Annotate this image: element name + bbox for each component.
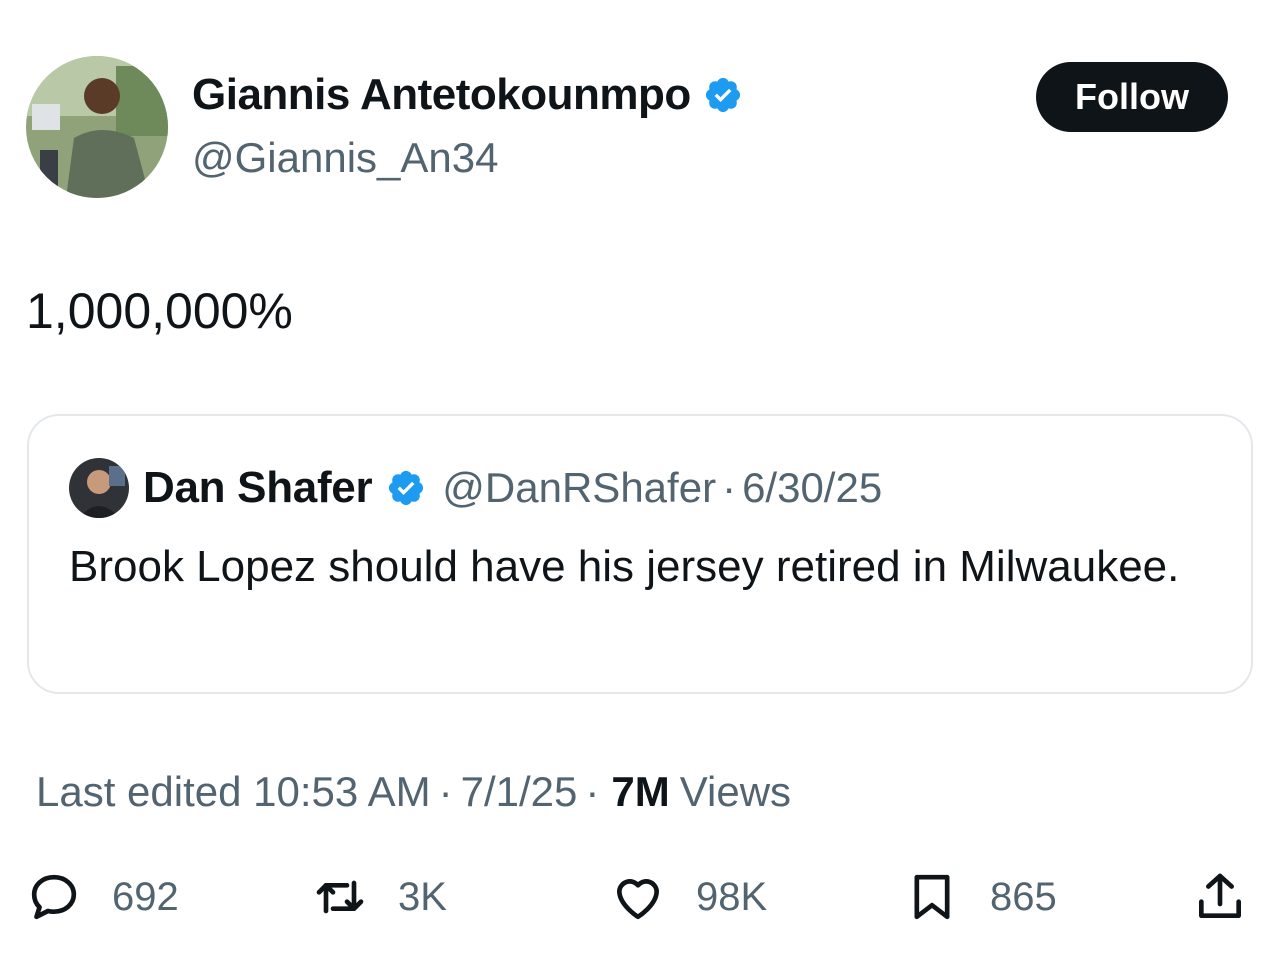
meta-separator: · bbox=[438, 768, 453, 815]
like-count: 98K bbox=[696, 874, 768, 919]
quote-author-name[interactable]: Dan Shafer bbox=[143, 463, 373, 513]
quoted-tweet-card[interactable]: Dan Shafer @DanRShafer · 6/30/25 Brook L… bbox=[27, 414, 1253, 694]
repost-button[interactable]: 3K bbox=[312, 862, 447, 932]
author-name-text: Giannis Antetokounmpo bbox=[192, 70, 691, 119]
quote-author-handle[interactable]: @DanRShafer bbox=[442, 464, 716, 512]
tweet-text: 1,000,000% bbox=[26, 283, 293, 339]
bookmark-count: 865 bbox=[990, 874, 1057, 919]
reply-icon bbox=[31, 874, 77, 920]
last-edited-text[interactable]: Last edited 10:53 AM bbox=[36, 768, 431, 816]
quote-avatar-image bbox=[69, 458, 129, 518]
reply-count: 692 bbox=[112, 874, 179, 919]
quote-text: Brook Lopez should have his jersey retir… bbox=[69, 542, 1180, 591]
share-icon bbox=[1199, 873, 1241, 918]
author-avatar-image bbox=[26, 56, 168, 198]
tweet-date[interactable]: 7/1/25 bbox=[461, 768, 578, 816]
quote-header: Dan Shafer @DanRShafer · 6/30/25 bbox=[143, 460, 882, 516]
quote-date[interactable]: 6/30/25 bbox=[742, 464, 882, 512]
tweet-action-bar: 692 3K 98K 865 bbox=[0, 862, 1280, 932]
heart-icon bbox=[617, 879, 659, 920]
reply-button[interactable]: 692 bbox=[26, 862, 179, 932]
quote-author-avatar[interactable] bbox=[69, 458, 129, 518]
views-count: 7M bbox=[611, 768, 670, 815]
bookmark-button[interactable]: 865 bbox=[904, 862, 1057, 932]
quote-verified-badge-icon bbox=[389, 470, 424, 506]
author-name[interactable]: Giannis Antetokounmpo bbox=[192, 70, 743, 120]
quote-separator: · bbox=[722, 464, 737, 511]
like-button[interactable]: 98K bbox=[610, 862, 767, 932]
share-button[interactable] bbox=[1192, 862, 1248, 932]
tweet-meta: Last edited 10:53 AM · 7/1/25 · 7M Views bbox=[36, 768, 791, 816]
verified-badge-icon bbox=[705, 77, 740, 113]
views-label: Views bbox=[679, 768, 792, 815]
author-avatar[interactable] bbox=[26, 56, 168, 198]
repost-icon bbox=[316, 880, 364, 914]
author-handle[interactable]: @Giannis_An34 bbox=[192, 134, 499, 182]
repost-count: 3K bbox=[398, 874, 447, 919]
bookmark-icon bbox=[914, 874, 950, 920]
meta-separator: · bbox=[585, 768, 600, 815]
follow-button[interactable]: Follow bbox=[1036, 62, 1228, 132]
